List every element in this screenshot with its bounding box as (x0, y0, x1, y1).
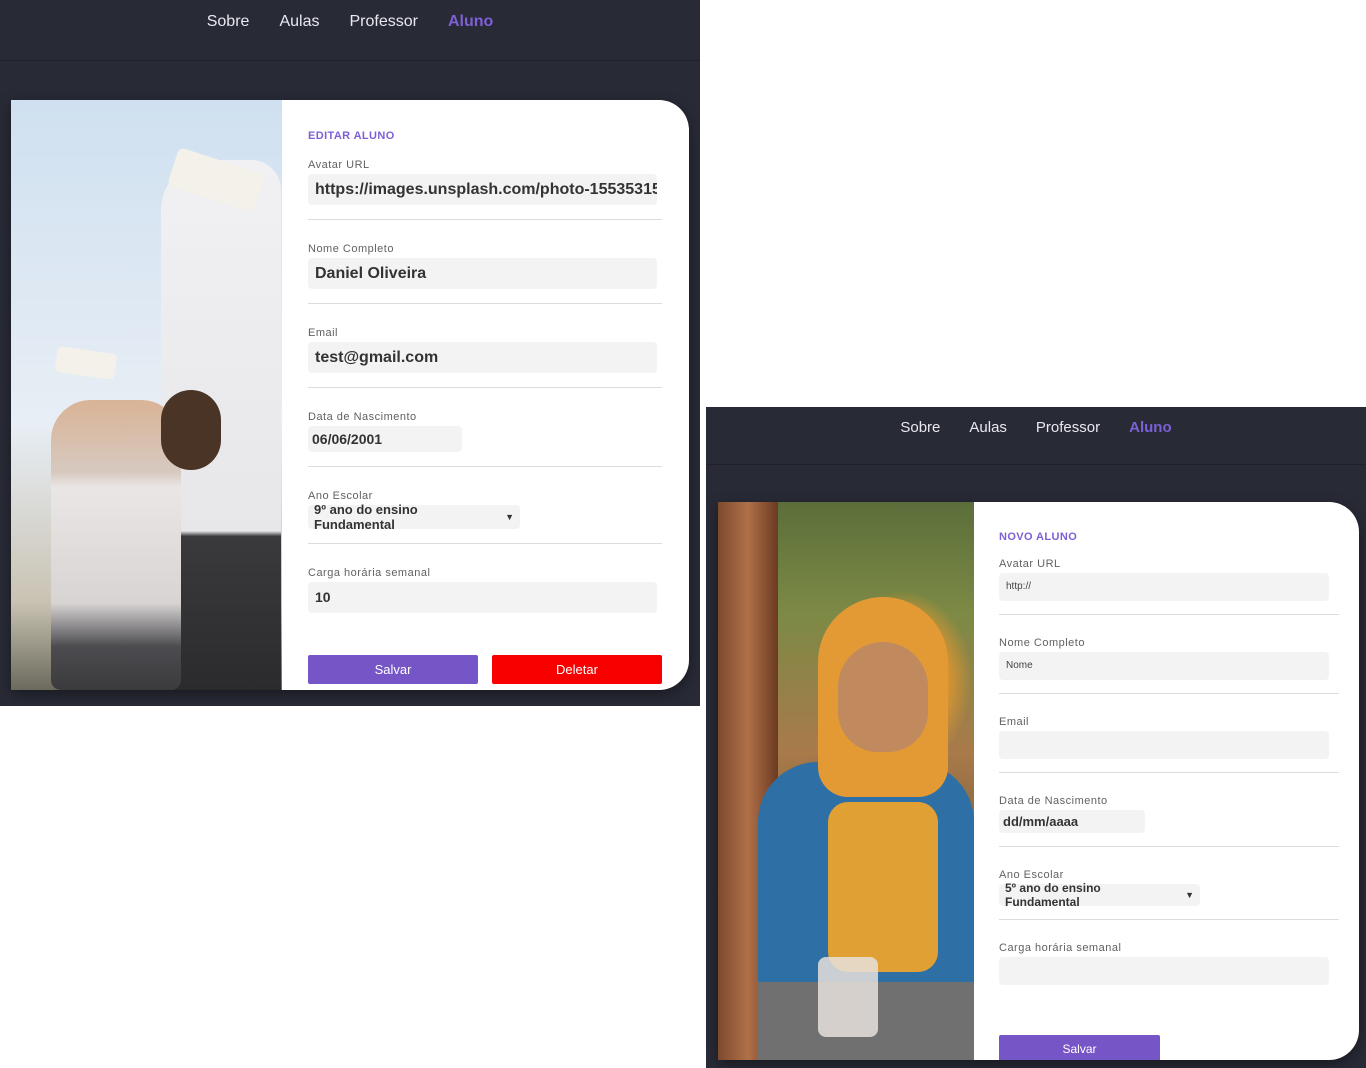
birth-date-label: Data de Nascimento (999, 795, 1108, 807)
birth-date-label: Data de Nascimento (308, 411, 417, 423)
email-field: Email (999, 716, 1339, 773)
student-avatar-image (718, 502, 974, 1060)
full-name-field: Nome Completo Daniel Oliveira (308, 243, 662, 304)
birth-date-input[interactable]: dd/mm/aaaa (999, 810, 1145, 833)
dropdown-arrow-icon: ▼ (1185, 890, 1194, 900)
email-label: Email (999, 716, 1030, 728)
email-label: Email (308, 327, 339, 339)
student-card: NOVO ALUNO Avatar URL http:// Nome Compl… (718, 502, 1359, 1060)
nav-link-aluno[interactable]: Aluno (448, 13, 493, 31)
form-title: EDITAR ALUNO (308, 130, 395, 142)
avatar-url-field: Avatar URL http:// (999, 558, 1339, 615)
edit-student-window: Sobre Aulas Professor Aluno EDITAR ALUNO… (0, 0, 700, 706)
email-value: test@gmail.com (315, 349, 439, 366)
birth-date-value: 06/06/2001 (312, 431, 383, 447)
weekly-hours-value: 10 (315, 589, 331, 605)
school-year-field: Ano Escolar 5º ano do ensino Fundamental… (999, 869, 1339, 920)
full-name-value: Daniel Oliveira (315, 265, 427, 282)
nav-link-aulas[interactable]: Aulas (969, 419, 1007, 436)
nav-link-sobre[interactable]: Sobre (207, 13, 250, 31)
weekly-hours-label: Carga horária semanal (999, 942, 1122, 954)
avatar-url-field: Avatar URL https://images.unsplash.com/p… (308, 159, 662, 220)
school-year-label: Ano Escolar (999, 869, 1064, 881)
school-year-select[interactable]: 9º ano do ensino Fundamental ▼ (308, 502, 520, 532)
full-name-input[interactable]: Daniel Oliveira (308, 258, 657, 289)
delete-button[interactable]: Deletar (492, 655, 662, 684)
avatar-url-placeholder: http:// (1006, 581, 1032, 592)
nav-link-aluno[interactable]: Aluno (1129, 419, 1172, 436)
nav-link-professor[interactable]: Professor (1036, 419, 1100, 436)
nav-link-professor[interactable]: Professor (349, 13, 417, 31)
nav-link-sobre[interactable]: Sobre (900, 419, 940, 436)
avatar-url-label: Avatar URL (308, 159, 370, 171)
form-actions: Salvar Deletar (308, 655, 662, 684)
new-student-form: NOVO ALUNO Avatar URL http:// Nome Compl… (974, 502, 1359, 1060)
full-name-placeholder: Nome (1006, 660, 1033, 671)
navbar: Sobre Aulas Professor Aluno (0, 0, 700, 61)
full-name-label: Nome Completo (308, 243, 394, 255)
birth-date-field: Data de Nascimento 06/06/2001 (308, 411, 662, 467)
school-year-label: Ano Escolar (308, 490, 373, 502)
student-avatar-image (11, 100, 282, 690)
school-year-value: 9º ano do ensino Fundamental (314, 502, 418, 532)
student-card: EDITAR ALUNO Avatar URL https://images.u… (11, 100, 689, 690)
email-field: Email test@gmail.com (308, 327, 662, 388)
weekly-hours-field: Carga horária semanal 10 (308, 567, 662, 627)
full-name-label: Nome Completo (999, 637, 1085, 649)
full-name-input[interactable]: Nome (999, 652, 1329, 680)
weekly-hours-input[interactable]: 10 (308, 582, 657, 613)
edit-student-form: EDITAR ALUNO Avatar URL https://images.u… (282, 100, 689, 690)
dropdown-arrow-icon: ▼ (505, 512, 514, 522)
avatar-url-label: Avatar URL (999, 558, 1061, 570)
birth-date-field: Data de Nascimento dd/mm/aaaa (999, 795, 1339, 847)
avatar-url-value: https://images.unsplash.com/photo-155353… (315, 181, 657, 198)
email-input[interactable]: test@gmail.com (308, 342, 657, 373)
email-input[interactable] (999, 731, 1329, 759)
form-title: NOVO ALUNO (999, 531, 1078, 543)
weekly-hours-label: Carga horária semanal (308, 567, 431, 579)
school-year-value: 5º ano do ensino Fundamental (1005, 881, 1101, 909)
navbar: Sobre Aulas Professor Aluno (706, 407, 1366, 465)
avatar-url-input[interactable]: https://images.unsplash.com/photo-155353… (308, 174, 657, 205)
save-button[interactable]: Salvar (999, 1035, 1160, 1060)
school-year-select[interactable]: 5º ano do ensino Fundamental ▼ (999, 881, 1200, 909)
nav-link-aulas[interactable]: Aulas (279, 13, 319, 31)
save-button[interactable]: Salvar (308, 655, 478, 684)
form-actions: Salvar (999, 1035, 1339, 1060)
birth-date-value: dd/mm/aaaa (1003, 814, 1079, 829)
weekly-hours-field: Carga horária semanal (999, 942, 1339, 998)
school-year-field: Ano Escolar 9º ano do ensino Fundamental… (308, 490, 662, 544)
weekly-hours-input[interactable] (999, 957, 1329, 985)
avatar-url-input[interactable]: http:// (999, 573, 1329, 601)
full-name-field: Nome Completo Nome (999, 637, 1339, 694)
new-student-window: Sobre Aulas Professor Aluno NOVO ALUNO A… (706, 407, 1366, 1068)
birth-date-input[interactable]: 06/06/2001 (308, 426, 462, 452)
